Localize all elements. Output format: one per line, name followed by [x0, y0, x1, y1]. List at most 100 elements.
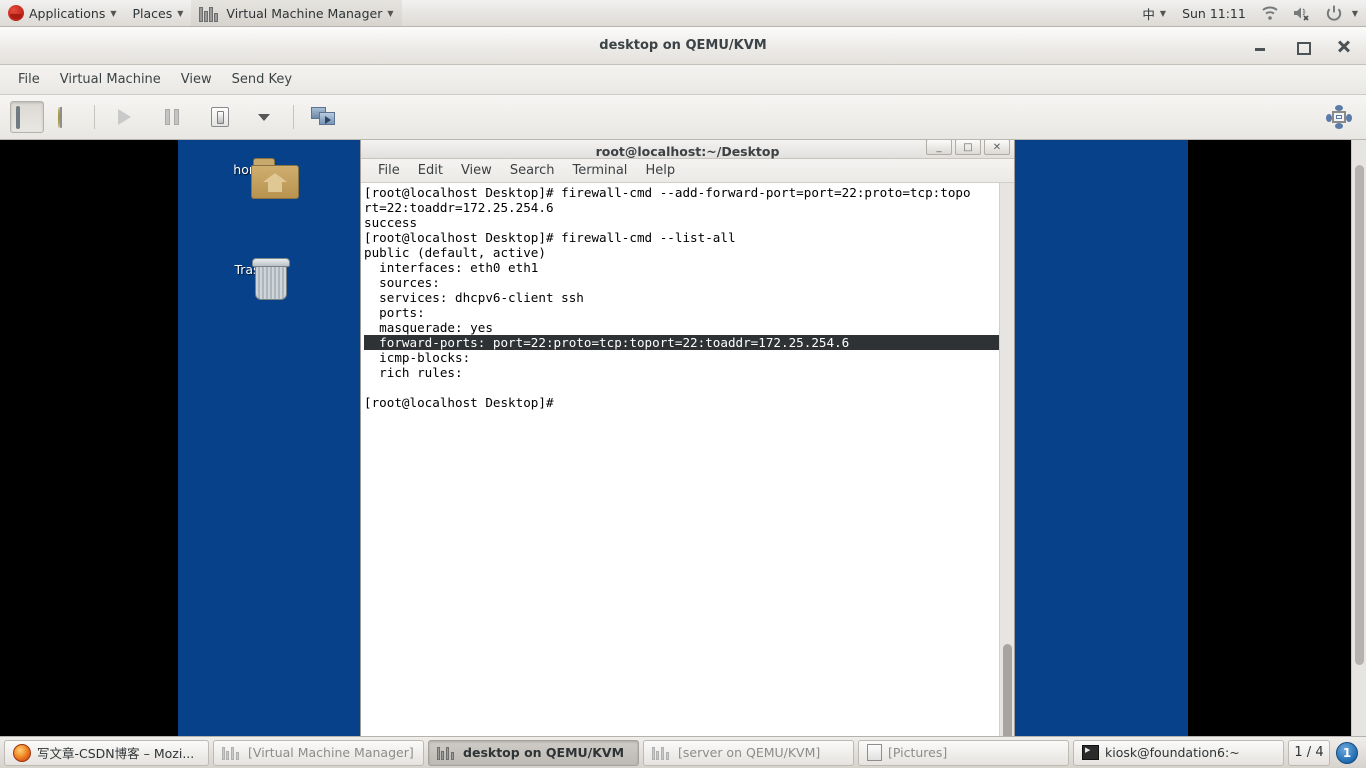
shutdown-vm-button[interactable]	[203, 101, 237, 133]
terminal-line: sources:	[364, 275, 440, 290]
terminal-menu-edit[interactable]: Edit	[409, 160, 452, 181]
chevron-down-icon: ▼	[387, 9, 394, 18]
terminal-close-button[interactable]: ✕	[984, 140, 1010, 155]
terminal-menu-file[interactable]: File	[369, 160, 409, 181]
applications-menu[interactable]: Applications ▼	[0, 0, 125, 26]
menu-file[interactable]: File	[8, 68, 50, 91]
terminal-output[interactable]: [root@localhost Desktop]# firewall-cmd -…	[361, 183, 999, 736]
fit-screen-icon	[1326, 105, 1352, 129]
places-menu-label: Places	[132, 5, 173, 21]
places-menu[interactable]: Places ▼	[125, 0, 192, 26]
virt-manager-menubar: File Virtual Machine View Send Key	[0, 65, 1366, 95]
network-wireless-icon[interactable]	[1260, 4, 1280, 22]
applications-menu-label: Applications	[29, 5, 106, 21]
virt-manager-toolbar	[0, 95, 1366, 140]
virt-manager-titlebar: desktop on QEMU/KVM	[0, 27, 1366, 65]
clock[interactable]: Sun 11:11	[1174, 0, 1254, 26]
pause-vm-button[interactable]	[155, 101, 189, 133]
minimize-button[interactable]	[1252, 38, 1268, 54]
virtual-machine-manager-icon	[199, 5, 221, 22]
input-method-label: 中	[1142, 6, 1155, 22]
taskbar-item-label: kiosk@foundation6:~	[1104, 745, 1240, 760]
terminal-scrollbar[interactable]	[999, 183, 1014, 736]
terminal-line: masquerade: yes	[364, 320, 493, 335]
desktop-icon-home[interactable]: home	[206, 158, 299, 199]
shutdown-options-button[interactable]	[247, 101, 281, 133]
taskbar-item-firefox[interactable]: 写文章-CSDN博客 – Mozi...	[4, 739, 210, 766]
terminal-line: [root@localhost Desktop]# firewall-cmd -…	[364, 230, 736, 245]
menu-virtual-machine[interactable]: Virtual Machine	[50, 68, 171, 91]
terminal-icon	[1081, 745, 1099, 760]
run-vm-button[interactable]	[107, 101, 141, 133]
volume-muted-icon[interactable]	[1292, 4, 1312, 22]
chevron-down-icon: ▼	[177, 9, 184, 18]
terminal-minimize-button[interactable]: _	[926, 140, 952, 155]
maximize-button[interactable]	[1294, 38, 1311, 55]
terminal-titlebar[interactable]: root@localhost:~/Desktop _ □ ✕	[361, 140, 1014, 159]
menu-view[interactable]: View	[171, 68, 222, 91]
power-icon[interactable]	[1324, 4, 1344, 22]
terminal-line: public (default, active)	[364, 245, 546, 260]
taskbar-item-server-vm[interactable]: [server on QEMU/KVM]	[643, 739, 854, 766]
window-title: desktop on QEMU/KVM	[599, 38, 767, 53]
taskbar-item-label: [Pictures]	[888, 745, 948, 760]
taskbar-item-label: 写文章-CSDN博客 – Mozi...	[37, 746, 195, 761]
terminal-menu-search[interactable]: Search	[501, 160, 564, 181]
show-graphical-console-button[interactable]	[10, 101, 44, 133]
vmm-icon	[222, 745, 242, 760]
console-scrollbar-thumb[interactable]	[1355, 165, 1364, 665]
guest-desktop[interactable]: home Trash root@localhost:~/Desktop _ □	[178, 140, 1188, 736]
toolbar-separator	[94, 105, 95, 129]
terminal-line: services: dhcpv6-client ssh	[364, 290, 584, 305]
taskbar-item-virtual-machine-manager[interactable]: [Virtual Machine Manager]	[213, 739, 425, 766]
terminal-window[interactable]: root@localhost:~/Desktop _ □ ✕ File Edit…	[360, 140, 1015, 736]
terminal-selected-text: forward-ports: port=22:proto=tcp:toport=…	[364, 335, 850, 350]
taskbar-item-label: [server on QEMU/KVM]	[678, 745, 821, 760]
power-switch-icon	[211, 107, 229, 127]
chevron-down-icon	[258, 113, 270, 121]
terminal-scrollbar-thumb[interactable]	[1003, 644, 1012, 736]
taskbar-item-kiosk-terminal[interactable]: kiosk@foundation6:~	[1072, 739, 1284, 766]
close-button[interactable]	[1336, 38, 1352, 54]
menu-send-key[interactable]: Send Key	[222, 68, 302, 91]
workspace-count-label: 1 / 4	[1288, 739, 1330, 766]
taskbar-item-label: desktop on QEMU/KVM	[463, 745, 625, 760]
workspace-switcher[interactable]: 1 / 4 1	[1288, 739, 1362, 766]
gnome-top-panel: Applications ▼ Places ▼ Virtual Machine …	[0, 0, 1366, 27]
active-application-label: Virtual Machine Manager	[226, 5, 383, 21]
vm-console-viewport[interactable]: home Trash root@localhost:~/Desktop _ □	[0, 140, 1366, 736]
terminal-body: [root@localhost Desktop]# firewall-cmd -…	[361, 183, 1014, 736]
terminal-title: root@localhost:~/Desktop	[595, 144, 780, 159]
taskbar-item-pictures[interactable]: [Pictures]	[858, 739, 1069, 766]
console-vertical-scrollbar[interactable]	[1351, 140, 1366, 736]
lightbulb-icon	[57, 106, 73, 128]
terminal-line: success	[364, 215, 418, 230]
input-method-indicator[interactable]: 中 ▼	[1134, 0, 1174, 26]
vmm-icon	[437, 745, 457, 760]
terminal-menu-view[interactable]: View	[452, 160, 501, 181]
resize-to-vm-button[interactable]	[1322, 101, 1356, 133]
terminal-menubar: File Edit View Search Terminal Help	[361, 159, 1014, 183]
show-virtual-hardware-details-button[interactable]	[48, 101, 82, 133]
terminal-line: rt=22:toaddr=172.25.254.6	[364, 200, 554, 215]
terminal-menu-terminal[interactable]: Terminal	[563, 160, 636, 181]
terminal-line: ports:	[364, 305, 425, 320]
desktop-icon-trash[interactable]: Trash	[206, 258, 296, 300]
taskbar-item-label: [Virtual Machine Manager]	[248, 745, 414, 760]
toolbar-separator	[293, 105, 294, 129]
chevron-down-icon: ▼	[110, 9, 117, 18]
chevron-down-icon[interactable]: ▼	[1352, 10, 1358, 18]
firefox-icon	[13, 743, 31, 762]
snapshots-button[interactable]	[306, 101, 340, 133]
active-application-menu[interactable]: Virtual Machine Manager ▼	[191, 0, 402, 26]
window-list-taskbar: 写文章-CSDN博客 – Mozi... [Virtual Machine Ma…	[0, 736, 1366, 768]
terminal-menu-help[interactable]: Help	[636, 160, 684, 181]
clock-label: Sun 11:11	[1182, 5, 1246, 21]
terminal-line: forward-ports: port=22:proto=tcp:toport=…	[364, 335, 999, 350]
terminal-maximize-button[interactable]: □	[955, 140, 981, 155]
terminal-line: interfaces: eth0 eth1	[364, 260, 539, 275]
taskbar-item-desktop-vm[interactable]: desktop on QEMU/KVM	[428, 739, 640, 766]
workspace-current-indicator[interactable]: 1	[1336, 741, 1358, 764]
terminal-line: icmp-blocks:	[364, 350, 471, 365]
